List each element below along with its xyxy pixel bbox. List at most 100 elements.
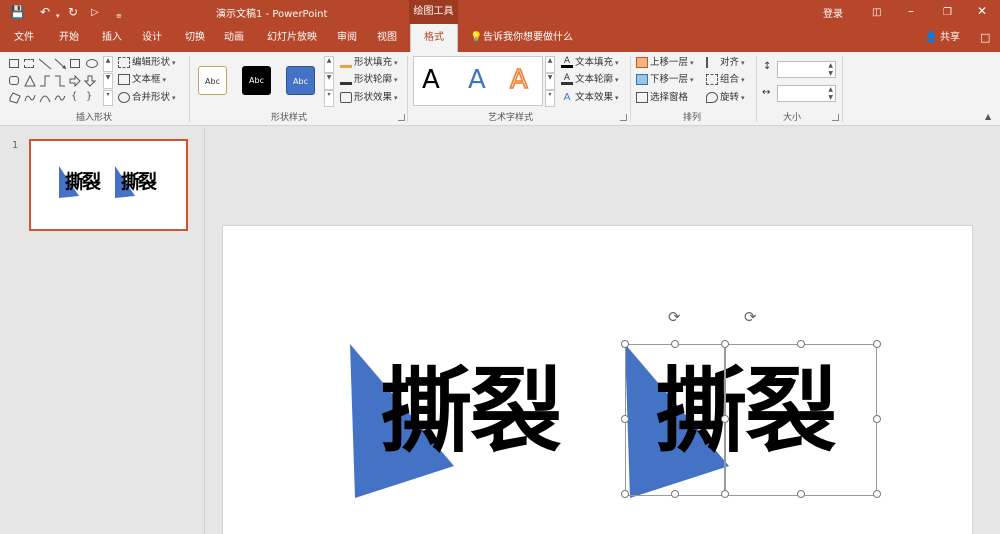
resize-handle[interactable] [671,490,679,498]
wordart-more[interactable]: ▾ [545,90,555,107]
tab-insert[interactable]: 插入 [102,24,122,52]
text-outline-button[interactable]: A 文本轮廓 ▾ [561,73,619,87]
comments-icon[interactable]: □ [980,24,990,52]
send-backward-button[interactable]: 下移一层 ▾ [636,73,694,87]
shape-style-preset-3[interactable]: Abc [286,66,315,95]
shape-styles-scroll-up[interactable]: ▲ [324,56,334,73]
tab-format[interactable]: 格式 [410,24,458,52]
shape-styles-more[interactable]: ▾ [324,90,334,107]
size-dialog-launcher[interactable] [832,114,839,121]
wordart-dialog-launcher[interactable] [620,114,627,121]
share-icon[interactable]: 👤 [925,24,937,52]
shapes-scroll-up[interactable]: ▲ [103,56,113,72]
start-from-beginning-icon[interactable]: ▷ [91,5,99,21]
tab-animations[interactable]: 动画 [224,24,244,52]
rotate-button[interactable]: 旋转 ▾ [706,91,745,105]
group-button[interactable]: 组合 ▾ [706,73,745,87]
resize-handle[interactable] [873,490,881,498]
rounded-rect-shape-icon[interactable] [9,76,19,85]
shape-height-input[interactable]: ▲ ▼ [777,61,836,78]
close-icon[interactable]: ✕ [977,3,987,19]
triangle-shape-icon[interactable] [24,75,36,87]
torn-text-left[interactable]: 撕裂 [380,357,562,467]
arrow-shape-icon[interactable] [54,58,68,70]
elbow-arrow-icon[interactable] [54,75,66,87]
wordart-preset-2[interactable]: A [468,64,486,96]
shape-style-preset-2[interactable]: Abc [242,66,271,95]
shape-styles-scroll-down[interactable]: ▼ [324,73,334,90]
text-effects-button[interactable]: A 文本效果 ▾ [561,91,619,105]
resize-handle[interactable] [721,415,729,423]
resize-handle[interactable] [721,490,729,498]
elbow-connector-icon[interactable] [39,75,51,87]
align-button[interactable]: 对齐 ▾ [706,56,745,70]
wordart-scroll-up[interactable]: ▲ [545,56,555,73]
width-down-icon[interactable]: ▼ [828,94,833,101]
resize-handle[interactable] [873,415,881,423]
freeform-shape-icon[interactable] [9,92,21,104]
resize-handle[interactable] [621,340,629,348]
resize-handle[interactable] [671,340,679,348]
slide-canvas[interactable]: 撕裂 撕裂 ⟳ ⟳ [222,225,973,534]
line-shape-icon[interactable] [38,58,52,70]
scribble-shape-icon[interactable] [24,92,36,104]
arc-shape-icon[interactable] [39,92,51,104]
shape-styles-dialog-launcher[interactable] [398,114,405,121]
arrow-right-shape-icon[interactable] [69,75,81,87]
redo-icon[interactable]: ↻ [68,4,78,20]
customize-quick-access-icon[interactable]: ≡ [116,8,122,24]
resize-handle[interactable] [797,490,805,498]
shape-outline-button[interactable]: 形状轮廓 ▾ [340,73,398,87]
ribbon-display-options-icon[interactable]: ◫ [872,5,881,21]
shape-effects-button[interactable]: 形状效果 ▾ [340,91,398,105]
width-up-icon[interactable]: ▲ [828,86,833,93]
bring-forward-button[interactable]: 上移一层 ▾ [636,56,694,70]
resize-handle[interactable] [797,340,805,348]
tab-slideshow[interactable]: 幻灯片放映 [267,24,317,52]
shape-fill-button[interactable]: 形状填充 ▾ [340,56,398,70]
resize-handle[interactable] [621,415,629,423]
resize-handle[interactable] [721,340,729,348]
selection-box-text[interactable] [725,344,877,496]
tab-home[interactable]: 开始 [59,24,79,52]
collapse-ribbon-icon[interactable]: ▲ [985,112,991,121]
merge-shapes-button[interactable]: 合并形状 ▾ [118,91,176,105]
login-link[interactable]: 登录 [823,5,843,20]
tab-design[interactable]: 设计 [142,24,162,52]
wordart-preset-1[interactable]: A [422,64,440,96]
shapes-more[interactable]: ▾ [103,90,113,106]
selection-box-triangle[interactable] [625,344,725,496]
oval-shape-icon[interactable] [86,59,98,68]
arrow-down-shape-icon[interactable] [84,75,96,87]
shapes-scroll-down[interactable]: ▼ [103,73,113,89]
tell-me-search[interactable]: 告诉我你想要做什么 [483,24,573,52]
tab-review[interactable]: 审阅 [337,24,357,52]
brace-close-shape-icon[interactable]: } [86,91,92,102]
wordart-preset-3[interactable]: A [509,64,528,96]
selection-pane-button[interactable]: 选择窗格 [636,91,688,105]
rectangle-shape-icon[interactable] [70,59,80,68]
textbox-shape-icon[interactable] [9,59,19,68]
curve-shape-icon[interactable] [54,92,66,104]
resize-handle[interactable] [621,490,629,498]
wordart-scroll-down[interactable]: ▼ [545,73,555,90]
share-button[interactable]: 共享 [940,24,960,52]
slide-thumbnail[interactable]: 撕裂 撕裂 [29,139,188,231]
text-fill-button[interactable]: A 文本填充 ▾ [561,56,619,70]
vertical-textbox-shape-icon[interactable] [24,59,34,68]
brace-shape-icon[interactable]: { [71,91,77,102]
text-box-button[interactable]: 文本框 ▾ [118,73,166,87]
shape-style-preset-1[interactable]: Abc [198,66,227,95]
save-icon[interactable]: 💾 [10,4,25,20]
height-down-icon[interactable]: ▼ [828,70,833,77]
undo-icon[interactable]: ↶ [40,4,50,20]
restore-icon[interactable]: ❐ [943,5,952,21]
edit-shape-button[interactable]: 编辑形状 ▾ [118,56,176,70]
shape-width-input[interactable]: ▲ ▼ [777,85,836,102]
minimize-icon[interactable]: – [908,3,914,19]
undo-dropdown-icon[interactable]: ▾ [56,8,60,24]
rotate-handle-icon[interactable]: ⟳ [744,308,757,326]
rotate-handle-icon[interactable]: ⟳ [668,308,681,326]
tab-file[interactable]: 文件 [14,24,34,52]
height-up-icon[interactable]: ▲ [828,62,833,69]
